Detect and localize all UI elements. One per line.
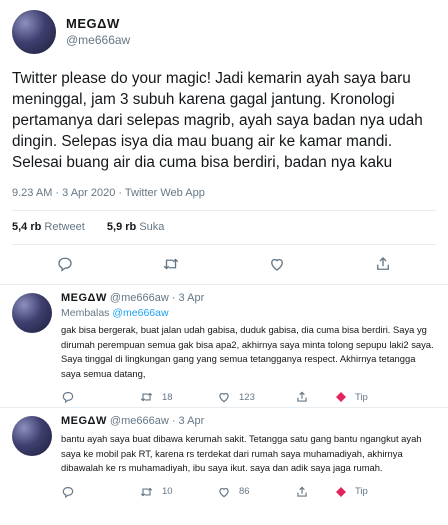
tip-label: Tip bbox=[355, 391, 368, 403]
reply-actions: 18 123 Tip bbox=[61, 389, 436, 405]
avatar[interactable] bbox=[12, 10, 56, 54]
like-stat[interactable]: 5,9 rb Suka bbox=[107, 221, 165, 233]
handle-time[interactable]: @me666aw · 3 Apr bbox=[110, 415, 204, 427]
reply-icon bbox=[58, 257, 72, 272]
tip-label: Tip bbox=[355, 486, 368, 498]
like-count: 86 bbox=[239, 486, 250, 498]
share-button[interactable] bbox=[295, 485, 335, 499]
like-count: 5,9 rb bbox=[106, 221, 137, 233]
reply-icon bbox=[62, 392, 74, 404]
share-button[interactable] bbox=[295, 390, 335, 404]
reply-header: MEGΔW @me666aw · 3 Apr bbox=[61, 291, 436, 305]
retweet-button[interactable]: 10 bbox=[139, 485, 217, 499]
reply-button[interactable] bbox=[61, 485, 139, 499]
display-name[interactable]: MEGΔW bbox=[61, 292, 107, 304]
share-icon bbox=[377, 257, 389, 270]
retweet-icon bbox=[163, 258, 179, 270]
retweet-count: 5,4 rb bbox=[12, 221, 42, 233]
display-name[interactable]: MEGΔW bbox=[66, 16, 130, 32]
avatar[interactable] bbox=[12, 416, 52, 456]
author-info[interactable]: MEGΔW @me666aw bbox=[66, 16, 130, 48]
like-label: Suka bbox=[139, 221, 165, 233]
handle[interactable]: @me666aw bbox=[66, 32, 130, 48]
tweet-stats: 5,4 rb Retweet 5,9 rb Suka bbox=[12, 211, 436, 244]
like-button[interactable]: 86 bbox=[217, 485, 295, 499]
retweet-stat[interactable]: 5,4 rb Retweet bbox=[12, 221, 85, 233]
main-tweet[interactable]: MEGΔW @me666aw Twitter please do your ma… bbox=[0, 0, 448, 284]
tip-icon bbox=[336, 486, 346, 497]
tweet-actions bbox=[12, 245, 436, 284]
reply-text: bantu ayah saya buat dibawa kerumah saki… bbox=[61, 433, 422, 474]
reply-header: MEGΔW @me666aw · 3 Apr bbox=[61, 414, 436, 428]
tweet-text: Twitter please do your magic! Jadi kemar… bbox=[12, 70, 423, 171]
replying-to: Membalas @me666aw bbox=[61, 307, 436, 319]
reply-tweet[interactable]: MEGΔW @me666aw · 3 Apr bantu ayah saya b… bbox=[0, 407, 448, 524]
reply-text: gak bisa bergerak, buat jalan udah gabis… bbox=[61, 324, 434, 379]
tweet-timestamp[interactable]: 9.23 AM · 3 Apr 2020 · Twitter Web App bbox=[12, 187, 436, 210]
replying-prefix: Membalas bbox=[61, 307, 110, 319]
replying-handle-link[interactable]: @me666aw bbox=[112, 307, 168, 319]
reply-content: MEGΔW @me666aw · 3 Apr bantu ayah saya b… bbox=[61, 414, 436, 524]
reply-content: MEGΔW @me666aw · 3 Apr Membalas @me666aw… bbox=[61, 291, 436, 407]
retweet-count: 18 bbox=[162, 391, 173, 403]
like-icon bbox=[219, 487, 229, 498]
retweet-button[interactable]: 18 bbox=[139, 390, 217, 404]
like-button[interactable] bbox=[257, 254, 297, 274]
like-button[interactable]: 123 bbox=[217, 390, 295, 404]
reply-actions: 10 86 Tip bbox=[61, 484, 436, 500]
retweet-count: 10 bbox=[162, 486, 173, 498]
share-icon bbox=[297, 486, 307, 497]
avatar[interactable] bbox=[12, 293, 52, 333]
tip-button[interactable]: Tip bbox=[335, 486, 368, 498]
share-button[interactable] bbox=[363, 254, 403, 274]
like-icon bbox=[271, 258, 283, 271]
retweet-icon bbox=[140, 393, 153, 402]
retweet-label: Retweet bbox=[44, 221, 85, 233]
reply-button[interactable] bbox=[45, 254, 85, 274]
tweet-header: MEGΔW @me666aw bbox=[12, 10, 436, 54]
like-count: 123 bbox=[239, 391, 255, 403]
reply-tweet[interactable]: MEGΔW @me666aw · 3 Apr Membalas @me666aw… bbox=[0, 284, 448, 407]
tip-icon bbox=[336, 392, 346, 403]
display-name[interactable]: MEGΔW bbox=[61, 415, 107, 427]
tweet-thread: MEGΔW @me666aw Twitter please do your ma… bbox=[0, 0, 448, 525]
tip-button[interactable]: Tip bbox=[335, 391, 368, 403]
retweet-button[interactable] bbox=[151, 254, 191, 274]
reply-button[interactable] bbox=[61, 390, 139, 404]
like-icon bbox=[219, 393, 229, 403]
reply-icon bbox=[62, 486, 74, 498]
handle-time[interactable]: @me666aw · 3 Apr bbox=[110, 292, 204, 304]
retweet-icon bbox=[140, 487, 153, 497]
share-icon bbox=[297, 391, 307, 403]
